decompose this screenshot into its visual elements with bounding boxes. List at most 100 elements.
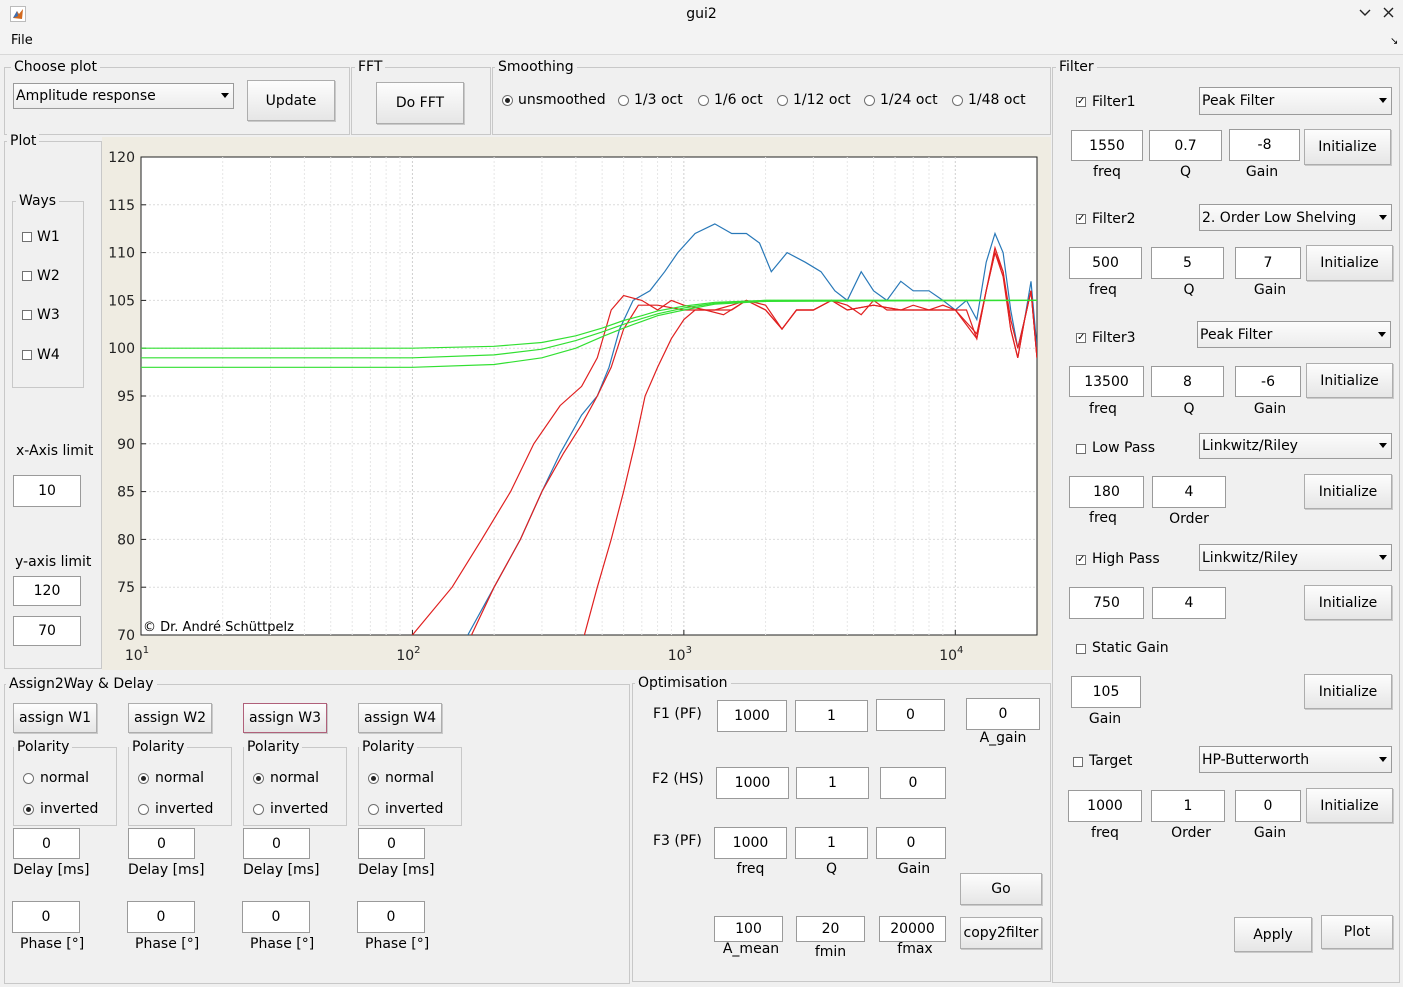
way-checkbox-2[interactable] (22, 271, 32, 281)
frequency-response-chart[interactable]: 120115110105100959085807570101 102 103 104©… (102, 137, 1051, 670)
plot-type-select[interactable]: Amplitude response (13, 83, 234, 109)
delay-input[interactable]: 0 (358, 828, 425, 859)
go-button[interactable]: Go (960, 873, 1042, 905)
smoothing-radio-3[interactable] (777, 95, 788, 106)
filter2-freq-input[interactable]: 500 (1069, 247, 1142, 279)
target-gain-input[interactable]: 0 (1235, 790, 1301, 822)
close-icon[interactable] (1382, 6, 1395, 23)
filter1-initialize-button[interactable]: Initialize (1304, 129, 1391, 165)
filter2-initialize-button[interactable]: Initialize (1306, 245, 1393, 281)
filter3-q-input[interactable]: 8 (1151, 366, 1224, 397)
filter2-q-input[interactable]: 5 (1151, 247, 1224, 279)
f2-freq-input[interactable]: 1000 (716, 767, 789, 799)
f1-gain-input[interactable]: 0 (876, 699, 945, 731)
phase-input[interactable]: 0 (12, 901, 80, 933)
lowpass-freq-input[interactable]: 180 (1069, 476, 1144, 508)
filter1-q-input[interactable]: 0.7 (1149, 130, 1222, 161)
filter2-checkbox[interactable]: ✓ (1076, 214, 1086, 224)
copy2filter-button[interactable]: copy2filter (960, 917, 1042, 949)
filter1-type-select[interactable]: Peak Filter (1199, 87, 1392, 115)
static-gain-initialize-button[interactable]: Initialize (1304, 674, 1392, 709)
f3-gain-input[interactable]: 0 (876, 827, 946, 859)
assign-w3-button[interactable]: assign W3 (243, 703, 327, 733)
filter1-freq-input[interactable]: 1550 (1071, 130, 1143, 161)
f1-q-input[interactable]: 1 (795, 700, 868, 732)
filter1-gain-input[interactable]: -8 (1229, 129, 1300, 161)
polarity-inverted-radio[interactable] (138, 804, 149, 815)
target-freq-input[interactable]: 1000 (1068, 790, 1142, 822)
smoothing-radio-4[interactable] (864, 95, 875, 106)
menu-file[interactable]: File (11, 33, 33, 48)
target-type-select[interactable]: HP-Butterworth (1199, 746, 1392, 773)
a-gain-input[interactable]: 0 (966, 698, 1040, 730)
filter3-freq-input[interactable]: 13500 (1069, 366, 1144, 397)
lowpass-initialize-button[interactable]: Initialize (1304, 474, 1392, 509)
phase-input[interactable]: 0 (357, 901, 425, 933)
f3-q-input[interactable]: 1 (795, 827, 868, 859)
chevron-down-icon (1379, 443, 1387, 448)
static-gain-input[interactable]: 105 (1071, 676, 1141, 708)
filter2-gain-input[interactable]: 7 (1235, 247, 1301, 279)
target-order-input[interactable]: 1 (1151, 790, 1225, 822)
way-checkbox-4[interactable] (22, 350, 32, 360)
highpass-type-select[interactable]: Linkwitz/Riley (1199, 544, 1392, 571)
assign-w1-button[interactable]: assign W1 (13, 703, 97, 733)
smoothing-radio-1[interactable] (618, 95, 629, 106)
polarity-inverted-radio[interactable] (23, 804, 34, 815)
f1-freq-input[interactable]: 1000 (717, 700, 787, 732)
filter3-initialize-button[interactable]: Initialize (1306, 363, 1393, 398)
f2-q-input[interactable]: 1 (796, 767, 869, 799)
highpass-freq-input[interactable]: 750 (1069, 587, 1144, 619)
dock-arrow-icon[interactable]: ↘ (1390, 36, 1398, 47)
y-axis-min-input[interactable]: 70 (13, 616, 81, 646)
polarity-normal-radio[interactable] (138, 773, 149, 784)
static-gain-checkbox[interactable] (1076, 644, 1086, 654)
y-axis-max-input[interactable]: 120 (13, 576, 81, 606)
way-checkbox-3[interactable] (22, 310, 32, 320)
polarity-inverted-radio[interactable] (368, 804, 379, 815)
phase-input[interactable]: 0 (242, 901, 310, 933)
fmax-input[interactable]: 20000 (879, 916, 946, 942)
do-fft-button[interactable]: Do FFT (376, 82, 464, 124)
highpass-initialize-button[interactable]: Initialize (1304, 585, 1392, 620)
filter1-checkbox[interactable]: ✓ (1076, 97, 1086, 107)
filter3-gain-input[interactable]: -6 (1235, 366, 1301, 397)
smoothing-radio-0[interactable] (502, 95, 513, 106)
fmin-input[interactable]: 20 (796, 916, 865, 942)
polarity-normal-label: normal (40, 770, 90, 786)
phase-input[interactable]: 0 (127, 901, 195, 933)
polarity-inverted-radio[interactable] (253, 804, 264, 815)
delay-input[interactable]: 0 (128, 828, 195, 859)
delay-input[interactable]: 0 (243, 828, 310, 859)
lowpass-checkbox[interactable] (1076, 444, 1086, 454)
x-axis-limit-input[interactable]: 10 (13, 475, 81, 507)
highpass-checkbox[interactable]: ✓ (1076, 555, 1086, 565)
minimize-icon[interactable] (1358, 5, 1372, 23)
polarity-normal-radio[interactable] (368, 773, 379, 784)
filter3-checkbox[interactable]: ✓ (1076, 333, 1086, 343)
delay-input[interactable]: 0 (13, 828, 80, 859)
assign-w4-button[interactable]: assign W4 (358, 703, 442, 733)
plot-button[interactable]: Plot (1321, 915, 1393, 949)
way-checkbox-1[interactable] (22, 232, 32, 242)
smoothing-radio-5[interactable] (952, 95, 963, 106)
apply-button[interactable]: Apply (1234, 917, 1312, 952)
lowpass-type-select[interactable]: Linkwitz/Riley (1199, 433, 1392, 459)
a-mean-input[interactable]: 100 (714, 916, 783, 942)
lowpass-order-input[interactable]: 4 (1152, 476, 1226, 508)
f3-freq-input[interactable]: 1000 (714, 827, 787, 859)
target-initialize-button[interactable]: Initialize (1306, 788, 1393, 823)
f3-label: F3 (PF) (653, 833, 702, 849)
assign-w2-button[interactable]: assign W2 (128, 703, 212, 733)
update-button[interactable]: Update (247, 80, 335, 121)
polarity-normal-radio[interactable] (253, 773, 264, 784)
highpass-order-input[interactable]: 4 (1152, 587, 1226, 619)
polarity-normal-radio[interactable] (23, 773, 34, 784)
f2-gain-input[interactable]: 0 (880, 767, 946, 799)
filter3-type-select[interactable]: Peak Filter (1197, 321, 1391, 348)
target-checkbox[interactable] (1073, 757, 1083, 767)
target-type-value: HP-Butterworth (1202, 751, 1310, 768)
y-tick-label: 120 (108, 150, 135, 166)
smoothing-radio-2[interactable] (698, 95, 709, 106)
filter2-type-select[interactable]: 2. Order Low Shelving (1199, 204, 1392, 231)
